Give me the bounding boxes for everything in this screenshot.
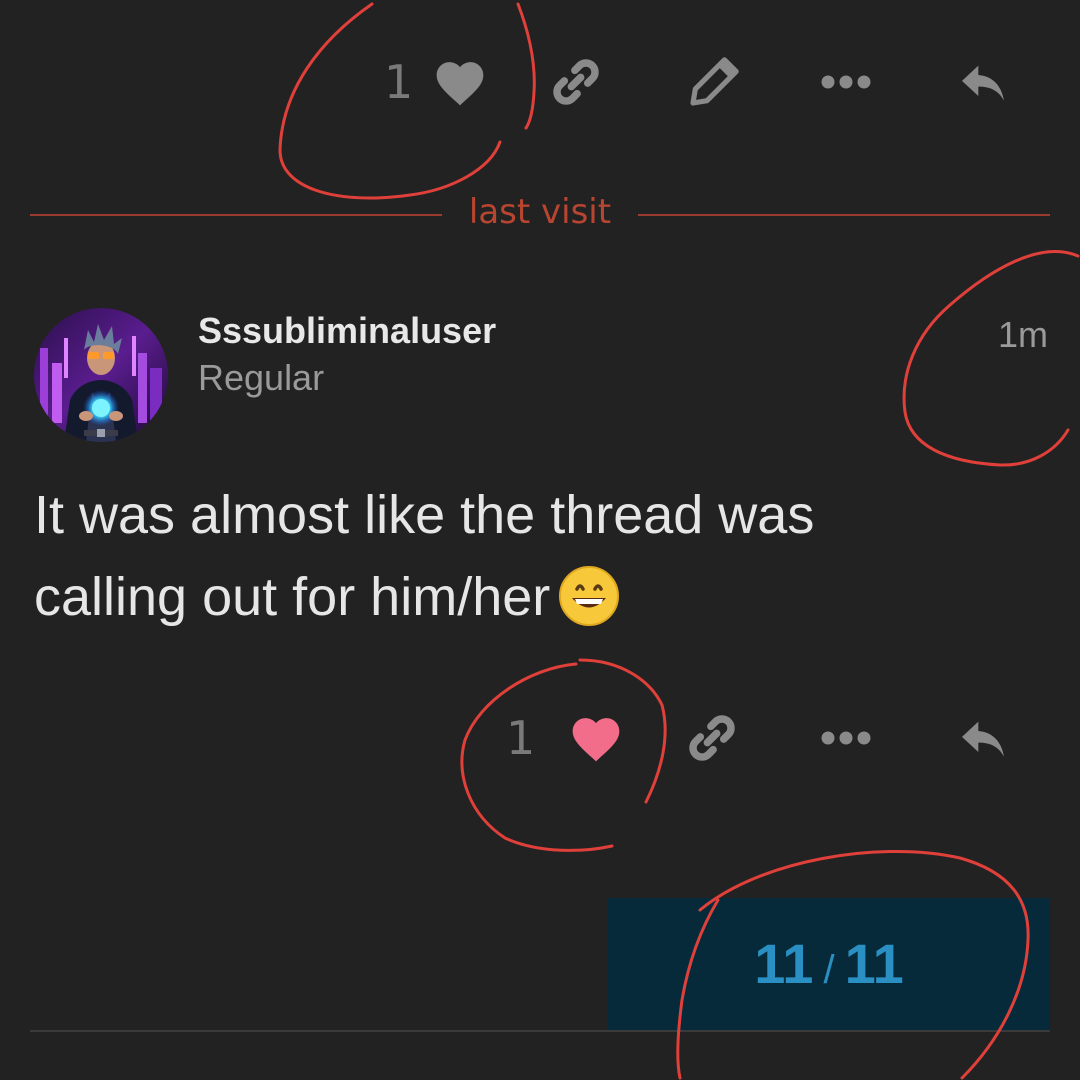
- bottom-divider: [30, 1030, 1050, 1032]
- post-body-line-2: calling out for him/her: [34, 556, 1034, 638]
- like-count: 1: [384, 55, 414, 109]
- topic-screen: 1 last visit Sssubliminaluser Regular 1m…: [0, 0, 1080, 1080]
- like-count: 1: [506, 711, 536, 765]
- ellipsis-icon[interactable]: [818, 67, 874, 97]
- previous-post-actions: 1: [0, 42, 1080, 122]
- reply-icon[interactable]: [954, 54, 1012, 110]
- link-icon[interactable]: [684, 710, 740, 766]
- user-title: Regular: [198, 357, 325, 398]
- topic-progress[interactable]: 11/11: [608, 898, 1050, 1030]
- grinning-face-emoji: [558, 565, 620, 627]
- post-time[interactable]: 1m: [998, 312, 1048, 358]
- post-actions: 1: [0, 698, 1080, 778]
- progress-text: 11/11: [608, 898, 1050, 1030]
- heart-icon[interactable]: [568, 713, 624, 763]
- annotation-circle: [902, 250, 1080, 467]
- username[interactable]: Sssubliminaluser: [198, 308, 496, 354]
- progress-total: 11: [844, 932, 904, 995]
- post-body-line-text: calling out for him/her: [34, 567, 551, 627]
- heart-icon[interactable]: [432, 57, 488, 107]
- ellipsis-icon[interactable]: [818, 723, 874, 753]
- last-visit-divider-right: [638, 214, 1050, 216]
- avatar-image: [34, 308, 168, 442]
- post-body: It was almost like the thread was callin…: [34, 474, 1034, 638]
- link-icon[interactable]: [548, 54, 604, 110]
- pencil-icon[interactable]: [686, 54, 742, 110]
- avatar[interactable]: [34, 308, 168, 442]
- last-visit-label: last visit: [468, 192, 612, 232]
- progress-separator: /: [823, 948, 835, 992]
- progress-current: 11: [754, 932, 814, 995]
- last-visit-divider-left: [30, 214, 442, 216]
- reply-icon[interactable]: [954, 710, 1012, 766]
- post-body-line: It was almost like the thread was: [34, 485, 815, 545]
